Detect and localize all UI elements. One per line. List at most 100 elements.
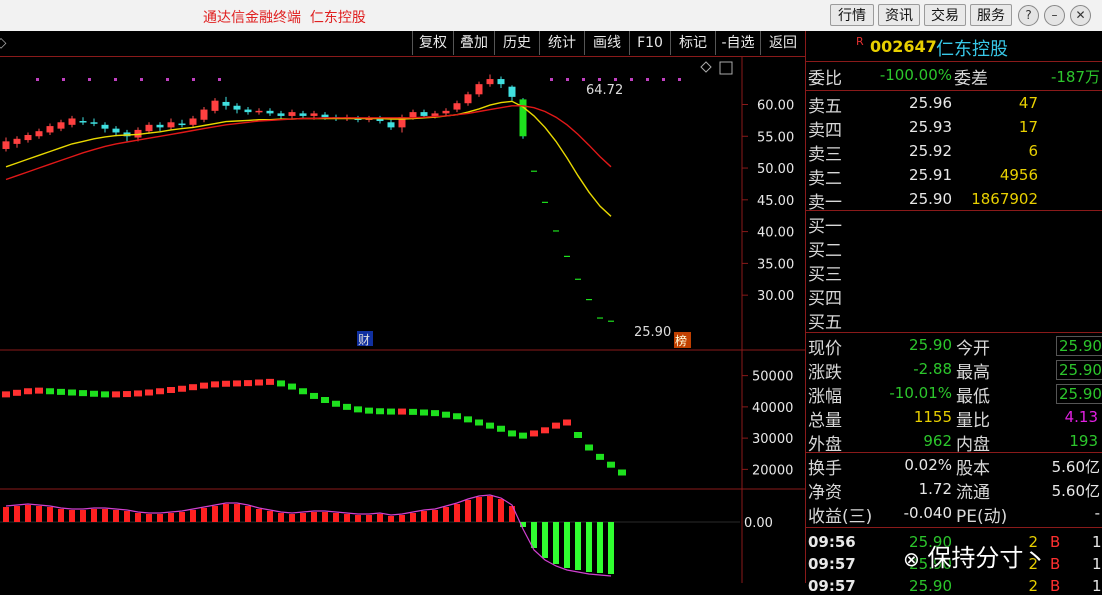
candle bbox=[475, 81, 483, 97]
macd-bar bbox=[421, 511, 427, 522]
volume-mark bbox=[244, 380, 252, 387]
weicha-value: -187万 bbox=[1050, 68, 1100, 86]
sell-level-price: 25.90 bbox=[909, 190, 952, 208]
weibi-value: -100.00% bbox=[879, 66, 952, 84]
tool-back[interactable]: 返回 bbox=[760, 31, 805, 55]
tool-history[interactable]: 历史 bbox=[494, 31, 539, 55]
macd-bar bbox=[322, 512, 328, 522]
service-button[interactable]: 服务 bbox=[970, 4, 1012, 26]
volume-mark bbox=[57, 388, 65, 395]
help-icon[interactable]: ? bbox=[1018, 5, 1039, 26]
volume-mark bbox=[145, 389, 153, 396]
volume-mark bbox=[46, 388, 54, 395]
macd-bar bbox=[289, 514, 295, 522]
volume-mark bbox=[255, 379, 263, 386]
macd-bar bbox=[333, 513, 339, 522]
signal-dot bbox=[566, 78, 569, 81]
quote-value: -0.040 bbox=[903, 504, 952, 522]
volume-mark bbox=[475, 419, 483, 426]
signal-dot bbox=[598, 78, 601, 81]
volume-mark bbox=[2, 391, 10, 398]
market-button[interactable]: 行情 bbox=[830, 4, 874, 26]
macd-bar bbox=[366, 515, 372, 522]
buy-level-label: 买四 bbox=[808, 289, 842, 309]
sell-level-volume: 17 bbox=[1018, 118, 1038, 136]
minimize-icon[interactable]: – bbox=[1044, 5, 1065, 26]
window-title: 通达信金融终端 仁东控股 bbox=[203, 10, 366, 26]
macd-bar bbox=[124, 511, 130, 522]
volume-mark bbox=[552, 422, 560, 429]
diamond-icon bbox=[700, 61, 712, 73]
volume-mark bbox=[332, 400, 340, 407]
sell-level-volume: 1867902 bbox=[971, 190, 1038, 208]
candle bbox=[2, 137, 10, 152]
candle bbox=[101, 122, 109, 133]
volume-mark bbox=[222, 380, 230, 387]
candle bbox=[145, 122, 153, 134]
buy-level-label: 买三 bbox=[808, 265, 842, 285]
volume-mark bbox=[585, 444, 593, 451]
volume-mark bbox=[530, 430, 538, 437]
macd-bar bbox=[542, 522, 548, 558]
sell-level-label: 卖三 bbox=[808, 145, 842, 165]
trade-button[interactable]: 交易 bbox=[924, 4, 966, 26]
quote-value: -10.01% bbox=[889, 384, 952, 402]
news-button[interactable]: 资讯 bbox=[878, 4, 920, 26]
tool-restore-rights[interactable]: 复权 bbox=[412, 31, 453, 55]
macd-bar bbox=[256, 509, 262, 522]
candle bbox=[497, 76, 505, 88]
stock-name[interactable]: 仁东控股 bbox=[936, 35, 1008, 61]
volume-mark bbox=[464, 416, 472, 423]
volume-mark bbox=[189, 384, 197, 391]
quote-value: 25.90 bbox=[909, 336, 952, 354]
macd-bar bbox=[80, 510, 86, 522]
sell-level-price: 25.96 bbox=[909, 94, 952, 112]
quote-label: 净资 bbox=[808, 483, 842, 503]
tool-mark[interactable]: 标记 bbox=[670, 31, 715, 55]
tick-price: 25.90 bbox=[909, 577, 952, 595]
left-arrow-icon[interactable]: ◇ bbox=[0, 31, 8, 55]
candle bbox=[376, 115, 384, 124]
sell-level-label: 卖五 bbox=[808, 97, 842, 117]
quote-label: 收益(三) bbox=[808, 507, 873, 527]
candle bbox=[35, 128, 43, 139]
kline-chart[interactable]: 60.00 55.00 50.00 45.00 40.00 35.00 30.00 5000… bbox=[0, 56, 805, 583]
tool-watchlist[interactable]: -自选 bbox=[715, 31, 760, 55]
volume-mark bbox=[200, 382, 208, 389]
price-tick-label: 55.00 bbox=[757, 130, 794, 145]
macd-bar bbox=[25, 505, 31, 522]
macd-bar bbox=[410, 513, 416, 522]
buy-level-label: 买一 bbox=[808, 217, 842, 237]
tool-f10[interactable]: F10 bbox=[629, 31, 670, 55]
volume-mark bbox=[343, 403, 351, 410]
quote-label: 涨跌 bbox=[808, 363, 842, 383]
volume-mark bbox=[519, 432, 527, 439]
macd-bar bbox=[179, 512, 185, 522]
close-icon[interactable]: ✕ bbox=[1070, 5, 1091, 26]
signal-dot bbox=[614, 78, 617, 81]
tick-flag: B bbox=[1050, 555, 1061, 573]
quote-label: 今开 bbox=[956, 339, 990, 359]
signal-dot bbox=[582, 78, 585, 81]
macd-bar bbox=[245, 506, 251, 522]
volume-mark bbox=[101, 391, 109, 398]
macd-bar bbox=[377, 514, 383, 522]
quote-label: 股本 bbox=[956, 459, 990, 479]
macd-bar bbox=[564, 522, 570, 568]
macd-bar bbox=[47, 507, 53, 522]
volume-mark bbox=[112, 391, 120, 398]
tool-overlay[interactable]: 叠加 bbox=[453, 31, 494, 55]
tool-statistics[interactable]: 统计 bbox=[539, 31, 584, 55]
volume-tick-label: 30000 bbox=[752, 432, 793, 447]
tool-draw-line[interactable]: 画线 bbox=[584, 31, 629, 55]
finance-marker: 财 bbox=[358, 333, 370, 347]
candle bbox=[90, 118, 98, 127]
quote-value: 193 bbox=[1069, 432, 1098, 450]
volume-mark bbox=[376, 408, 384, 415]
volume-mark bbox=[79, 390, 87, 397]
candle bbox=[453, 100, 461, 113]
candle bbox=[486, 74, 494, 87]
candle bbox=[464, 91, 472, 106]
tick-time: 09:57 bbox=[808, 577, 856, 595]
weicha-label: 委差 bbox=[954, 69, 988, 89]
